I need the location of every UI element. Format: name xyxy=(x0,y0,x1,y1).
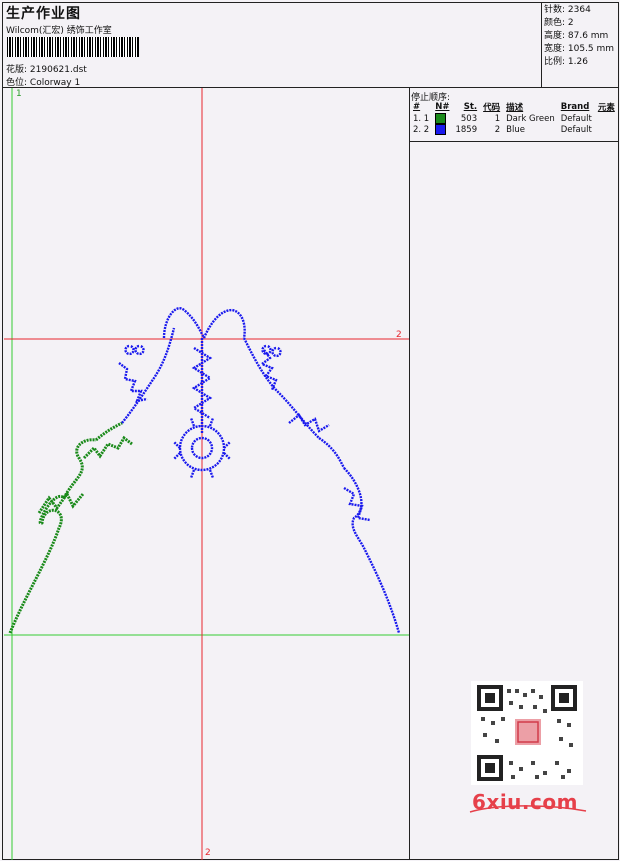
color-swatch xyxy=(435,113,447,124)
row-brand: Default xyxy=(560,113,592,124)
ratio-value: 比例: 1.26 xyxy=(544,57,588,67)
production-worksheet: 生产作业图 Wilcom(汇宏) 绣饰工作室 花版: 2190621.dst 色… xyxy=(0,0,620,861)
col-number: N# xyxy=(435,102,450,112)
color-swatch xyxy=(435,124,447,135)
barcode xyxy=(7,37,139,57)
stats-divider xyxy=(541,2,542,88)
col-seq: # xyxy=(413,102,421,112)
colorway-row: 色位: Colorway 1 xyxy=(6,75,80,88)
row-desc: Dark Green xyxy=(506,113,555,124)
stats-panel: 针数: 2364 颜色: 2 高度: 87.6 mm 宽度: 105.5 mm … xyxy=(544,4,614,69)
col-code: 代码 xyxy=(483,103,501,113)
color-count: 颜色: 2 xyxy=(544,18,574,28)
col-desc: 描述 xyxy=(506,103,524,113)
row-seq: 1. 1 xyxy=(413,113,430,124)
col-brand: Brand xyxy=(560,102,590,112)
blue-stitch-motif xyxy=(118,307,401,634)
color-label: 色位: xyxy=(6,78,28,88)
axis-marker-right: 2 xyxy=(396,330,402,340)
axis-marker-top-left: 1 xyxy=(16,89,22,99)
col-element: 元素 xyxy=(597,103,615,113)
row-code: 1 xyxy=(494,113,501,124)
row-element xyxy=(595,124,618,135)
axis-marker-bottom: 2 xyxy=(205,848,211,858)
table-row: 2. 2 1859 2 Blue Default xyxy=(410,124,618,135)
qr-code-graphic xyxy=(477,685,577,781)
row-swatch xyxy=(432,113,452,124)
green-stitch-motif xyxy=(8,421,133,634)
color-sequence-table: # N# St. 代码 描述 Brand 元素 1. 1 503 1 Dark … xyxy=(410,101,618,135)
panel-divider xyxy=(409,87,410,860)
col-stitches: St. xyxy=(463,102,478,112)
row-swatch xyxy=(432,124,452,135)
color-value: Colorway 1 xyxy=(29,78,81,88)
studio-name: Wilcom(汇宏) 绣饰工作室 xyxy=(6,26,112,36)
table-header-row: # N# St. 代码 描述 Brand 元素 xyxy=(410,101,618,113)
row-code: 2 xyxy=(494,124,501,135)
width-value: 宽度: 105.5 mm xyxy=(544,44,615,54)
page-title: 生产作业图 xyxy=(6,6,81,22)
row-seq: 2. 2 xyxy=(413,124,430,135)
design-row: 花版: 2190621.dst xyxy=(6,62,87,75)
row-brand: Default xyxy=(560,124,592,135)
table-bottom-line xyxy=(409,141,619,142)
embroidery-preview xyxy=(4,88,409,860)
row-stitches: 503 xyxy=(460,113,478,124)
row-desc: Blue xyxy=(506,124,525,135)
row-element xyxy=(595,113,618,124)
height-value: 高度: 87.6 mm xyxy=(544,31,609,41)
design-label: 花版: xyxy=(6,65,28,75)
table-row: 1. 1 503 1 Dark Green Default xyxy=(410,113,618,124)
watermark-swoosh xyxy=(469,805,587,813)
row-stitches: 1859 xyxy=(455,124,478,135)
design-value: 2190621.dst xyxy=(29,65,87,75)
stitch-count: 针数: 2364 xyxy=(544,5,591,15)
qr-code xyxy=(471,681,583,785)
